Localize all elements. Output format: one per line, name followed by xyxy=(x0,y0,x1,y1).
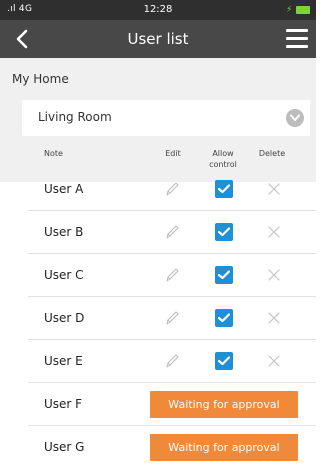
column-header-edit: Edit xyxy=(165,149,181,158)
delete-x-icon[interactable] xyxy=(265,223,283,241)
status-bar: .ıl 4G 12:28 ⚡ xyxy=(0,0,316,20)
delete-x-icon[interactable] xyxy=(265,309,283,327)
home-section: My Home Living Room Note Edit Allow cont… xyxy=(0,58,316,182)
pencil-icon[interactable] xyxy=(162,222,182,242)
user-row: User D xyxy=(28,297,316,340)
pending-user-row: User F Waiting for approval xyxy=(28,383,316,426)
allow-control-checkbox[interactable] xyxy=(215,223,233,241)
chevron-down-icon xyxy=(286,109,304,127)
waiting-for-approval-button[interactable]: Waiting for approval xyxy=(150,434,298,461)
allow-control-checkbox[interactable] xyxy=(215,352,233,370)
nav-bar: User list xyxy=(0,20,316,58)
user-row: User A xyxy=(28,168,316,211)
home-name: My Home xyxy=(12,72,69,86)
user-row: User E xyxy=(28,340,316,383)
delete-x-icon[interactable] xyxy=(265,266,283,284)
room-select[interactable]: Living Room xyxy=(22,100,310,136)
allow-control-checkbox[interactable] xyxy=(215,266,233,284)
waiting-for-approval-button[interactable]: Waiting for approval xyxy=(150,391,298,418)
user-name: User E xyxy=(44,354,83,368)
column-header-note: Note xyxy=(44,149,63,158)
delete-x-icon[interactable] xyxy=(265,352,283,370)
delete-x-icon[interactable] xyxy=(265,180,283,198)
battery-icon: ⚡ xyxy=(286,5,310,15)
user-name: User F xyxy=(44,397,83,411)
user-name: User G xyxy=(44,440,85,454)
status-time: 12:28 xyxy=(143,4,173,15)
hamburger-menu-icon[interactable] xyxy=(286,29,308,49)
page-title: User list xyxy=(127,30,189,48)
user-name: User B xyxy=(44,225,84,239)
user-name: User D xyxy=(44,311,85,325)
column-header-allow-line1: Allow xyxy=(212,149,234,158)
room-select-value: Living Room xyxy=(38,110,112,124)
user-name: User A xyxy=(44,182,84,196)
allow-control-checkbox[interactable] xyxy=(215,309,233,327)
allow-control-checkbox[interactable] xyxy=(215,180,233,198)
pencil-icon[interactable] xyxy=(162,265,182,285)
pencil-icon[interactable] xyxy=(162,179,182,199)
column-header-delete: Delete xyxy=(258,149,286,158)
pending-user-row: User G Waiting for approval xyxy=(28,426,316,466)
column-header-allow-control: Allow control xyxy=(205,148,241,170)
user-row: User B xyxy=(28,211,316,254)
pencil-icon[interactable] xyxy=(162,351,182,371)
user-row: User C xyxy=(28,254,316,297)
pencil-icon[interactable] xyxy=(162,308,182,328)
user-name: User C xyxy=(44,268,84,282)
